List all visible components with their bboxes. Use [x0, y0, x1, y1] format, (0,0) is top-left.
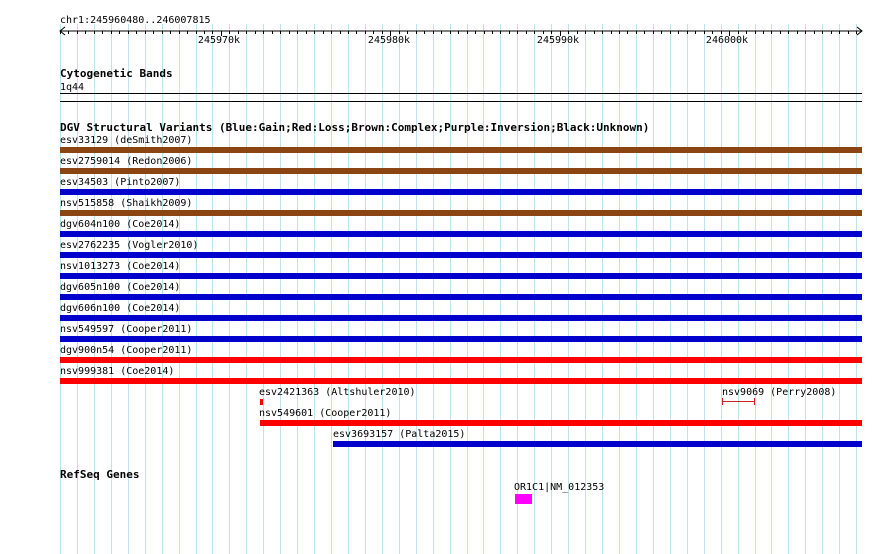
feature-label: nsv999381 (Coe2014) — [60, 366, 175, 377]
feature-label: dgv606n100 (Coe2014) — [60, 303, 181, 314]
ruler-tick-label: 245990k — [536, 35, 580, 46]
sv-feature-bar[interactable] — [60, 315, 862, 321]
sv-feature-bar[interactable] — [60, 336, 862, 342]
sv-feature-bar[interactable] — [60, 294, 862, 300]
sv-feature-bar[interactable] — [60, 189, 862, 195]
ruler-tick-label: 246000k — [705, 35, 749, 46]
ruler[interactable] — [0, 24, 890, 36]
gene-label: OR1C1|NM_012353 — [514, 482, 605, 493]
sv-feature-small[interactable] — [722, 398, 756, 406]
feature-label: nsv515858 (Shaikh2009) — [60, 198, 193, 209]
sv-feature-bar[interactable] — [60, 231, 862, 237]
feature-label: dgv605n100 (Coe2014) — [60, 282, 181, 293]
sv-feature-bar[interactable] — [60, 147, 862, 153]
cytoband-bottom-line — [60, 101, 862, 102]
ruler-tick-label: 245980k — [367, 35, 411, 46]
feature-label: nsv9069 (Perry2008) — [722, 387, 837, 398]
feature-label: esv2762235 (Vogler2010) — [60, 240, 199, 251]
sv-feature-bar[interactable] — [333, 441, 862, 447]
feature-label: nsv549601 (Cooper2011) — [259, 408, 392, 419]
feature-label: nsv549597 (Cooper2011) — [60, 324, 193, 335]
feature-label: esv3693157 (Palta2015) — [333, 429, 466, 440]
sv-feature-bar[interactable] — [60, 273, 862, 279]
sv-feature-bar[interactable] — [260, 420, 862, 426]
cytoband-track-title[interactable]: Cytogenetic Bands — [60, 68, 173, 80]
genome-browser-view: chr1:245960480..246007815 245970k 245980… — [0, 0, 890, 554]
feature-label: dgv900n54 (Cooper2011) — [60, 345, 193, 356]
dgv-track-title[interactable]: DGV Structural Variants (Blue:Gain;Red:L… — [60, 122, 649, 134]
sv-feature-bar[interactable] — [60, 168, 862, 174]
sv-feature-bar[interactable] — [60, 252, 862, 258]
cytoband-label: 1q44 — [60, 82, 85, 93]
gene-feature[interactable] — [515, 494, 532, 504]
feature-label: esv34503 (Pinto2007) — [60, 177, 181, 188]
feature-label: nsv1013273 (Coe2014) — [60, 261, 181, 272]
feature-label: esv2759014 (Redon2006) — [60, 156, 193, 167]
cytoband-top-line — [60, 93, 862, 94]
refseq-track-title[interactable]: RefSeq Genes — [60, 469, 139, 481]
feature-label: esv2421363 (Altshuler2010) — [259, 387, 416, 398]
sv-feature-bar[interactable] — [60, 210, 862, 216]
feature-label: esv33129 (deSmith2007) — [60, 135, 193, 146]
sv-feature-bar[interactable] — [60, 357, 862, 363]
sv-feature-bar[interactable] — [260, 399, 263, 405]
ruler-tick-label: 245970k — [197, 35, 241, 46]
sv-feature-bar[interactable] — [60, 378, 862, 384]
feature-label: dgv604n100 (Coe2014) — [60, 219, 181, 230]
